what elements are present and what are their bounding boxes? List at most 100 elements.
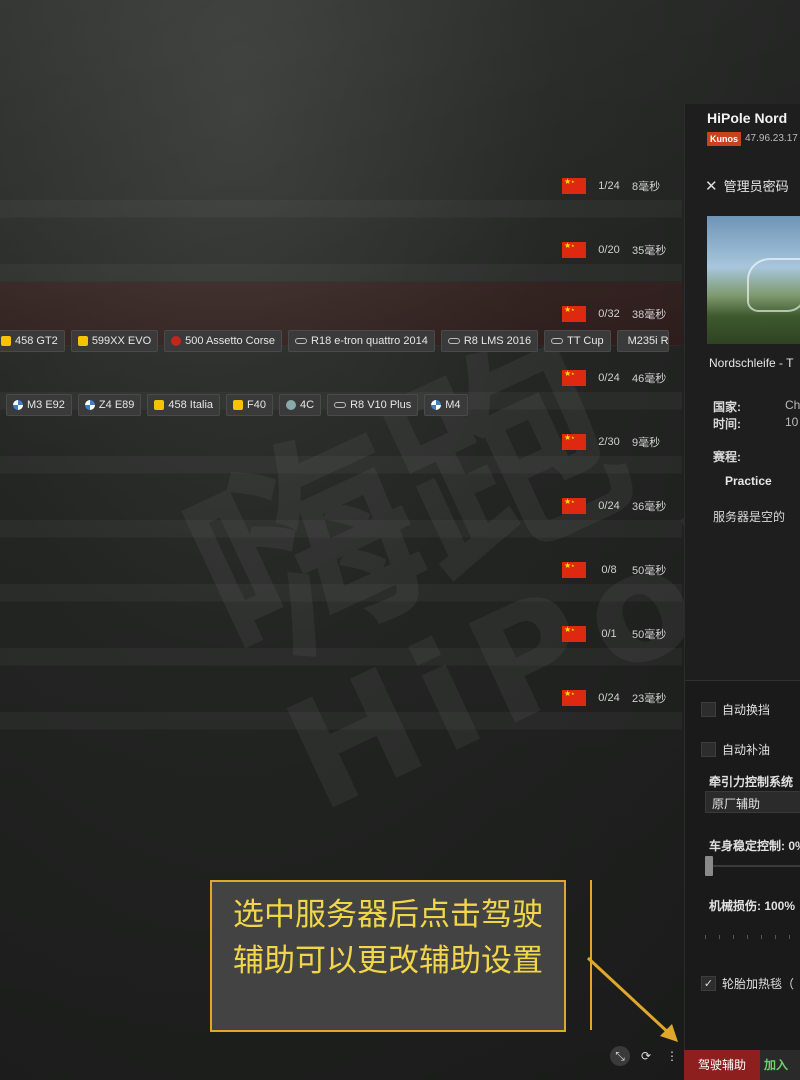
auto-fuel-option[interactable]: 自动补油 xyxy=(701,741,770,758)
audi-icon xyxy=(447,338,460,344)
driving-assists-section: 自动换挡 自动补油 牵引力控制系统 原厂辅助 车身稳定控制: 0% 机械损伤: … xyxy=(685,680,800,1080)
server-row-info: 0/24 23毫秒 xyxy=(562,689,670,706)
server-row[interactable]: 1/24 8毫秒 xyxy=(0,154,682,218)
stability-slider-thumb[interactable] xyxy=(705,856,713,876)
stability-control-label: 车身稳定控制: 0% xyxy=(709,839,800,853)
server-row[interactable]: 0/24 23毫秒 xyxy=(0,666,682,730)
ping: 50毫秒 xyxy=(632,629,667,641)
kunos-badge: Kunos xyxy=(707,132,741,146)
server-row-info: 0/24 46毫秒 xyxy=(562,369,670,386)
join-button[interactable]: 加入 xyxy=(760,1050,800,1080)
server-row[interactable]: 0/1 50毫秒 xyxy=(0,602,682,666)
server-row-info: 0/20 35毫秒 xyxy=(562,241,670,258)
server-row[interactable]: 0/24 36毫秒 xyxy=(0,474,682,538)
ferrari-icon xyxy=(1,336,11,346)
audi-icon xyxy=(334,402,347,408)
server-row-info: 0/24 36毫秒 xyxy=(562,497,670,514)
player-slots: 0/32 xyxy=(598,308,620,320)
wrench-icon: ✕ xyxy=(705,177,718,195)
track-preview-image xyxy=(707,216,800,344)
ferrari-icon xyxy=(77,336,88,346)
china-flag-icon xyxy=(562,561,586,578)
china-flag-icon xyxy=(562,305,586,322)
collapse-icon[interactable]: ⤡ xyxy=(610,1046,630,1066)
tyre-blankets-option[interactable]: ✓ 轮胎加热毯（ xyxy=(701,975,794,992)
session-item: Practice xyxy=(725,474,772,488)
bmw-icon xyxy=(13,400,23,410)
ferrari-icon xyxy=(233,400,244,410)
server-list: 1/24 8毫秒 0/20 35毫秒 0/32 38毫秒 458 GT2 599… xyxy=(0,154,682,730)
country-value: Ch xyxy=(785,398,800,412)
china-flag-icon xyxy=(562,241,586,258)
list-toolbar: ⤡ ⟳ ⋮ xyxy=(610,1046,682,1066)
server-empty-text: 服务器是空的 xyxy=(713,510,786,524)
ping: 8毫秒 xyxy=(632,181,661,193)
server-row[interactable]: 0/24 46毫秒 M3 E92 Z4 E89 458 Italia F40 4… xyxy=(0,346,682,416)
server-ip: 47.96.23.17 xyxy=(745,133,798,144)
player-slots: 0/24 xyxy=(598,692,620,704)
auto-fuel-label: 自动补油 xyxy=(722,743,771,757)
time-value: 10 xyxy=(785,415,799,429)
admin-password-label: 管理员密码 xyxy=(723,179,789,194)
ping: 38毫秒 xyxy=(632,309,667,321)
server-row[interactable]: 0/8 50毫秒 xyxy=(0,538,682,602)
session-label: 赛程: xyxy=(713,450,741,464)
ping: 9毫秒 xyxy=(632,437,661,449)
traction-control-select[interactable]: 原厂辅助 xyxy=(705,791,800,813)
china-flag-icon xyxy=(562,497,586,514)
tyre-blankets-checkbox[interactable]: ✓ xyxy=(701,976,716,991)
track-name: Nordschleife - T xyxy=(709,356,794,370)
server-row[interactable]: 2/30 9毫秒 xyxy=(0,410,682,474)
auto-shift-label: 自动换挡 xyxy=(722,703,771,717)
player-slots: 0/8 xyxy=(601,564,617,576)
player-slots: 0/1 xyxy=(601,628,617,640)
bmw-icon xyxy=(84,400,95,410)
server-details-panel: HiPole Nord Kunos 47.96.23.17 ✕ 管理员密码 No… xyxy=(684,104,800,1080)
ferrari-icon xyxy=(154,400,165,410)
alfa-romeo-icon xyxy=(286,400,297,410)
country-label: 国家: xyxy=(713,400,741,414)
server-row-info: 2/30 9毫秒 xyxy=(562,433,670,450)
china-flag-icon xyxy=(562,689,586,706)
driving-assists-button[interactable]: 驾驶辅助 xyxy=(684,1050,760,1080)
china-flag-icon xyxy=(562,433,586,450)
annotation-callout: 选中服务器后点击驾驶辅助可以更改辅助设置 xyxy=(210,880,566,1032)
ping: 35毫秒 xyxy=(632,245,667,257)
player-slots: 0/20 xyxy=(598,244,620,256)
refresh-icon[interactable]: ⟳ xyxy=(636,1046,656,1066)
server-row[interactable]: 0/20 35毫秒 xyxy=(0,218,682,282)
player-slots: 2/30 xyxy=(598,436,620,448)
player-slots: 1/24 xyxy=(598,180,620,192)
ping: 23毫秒 xyxy=(632,693,667,705)
china-flag-icon xyxy=(562,369,586,386)
player-slots: 0/24 xyxy=(598,500,620,512)
abarth-icon xyxy=(171,336,182,346)
mechanical-damage-label: 机械损伤: 100% xyxy=(709,899,796,913)
audi-icon xyxy=(295,338,308,344)
ping: 50毫秒 xyxy=(632,565,667,577)
admin-password-toggle[interactable]: ✕ 管理员密码 xyxy=(705,176,789,195)
ping: 36毫秒 xyxy=(632,501,667,513)
tyre-blankets-label: 轮胎加热毯（ xyxy=(722,977,795,991)
server-row-selected[interactable]: 0/32 38毫秒 458 GT2 599XX EVO 500 Assetto … xyxy=(0,282,682,352)
traction-control-label: 牵引力控制系统 xyxy=(709,775,794,789)
server-title: HiPole Nord xyxy=(707,110,788,126)
mechanical-damage-slider[interactable] xyxy=(705,935,800,939)
auto-shift-option[interactable]: 自动换挡 xyxy=(701,701,770,718)
annotation-arrow-icon xyxy=(586,956,678,1042)
time-label: 时间: xyxy=(713,417,741,431)
china-flag-icon xyxy=(562,625,586,642)
server-row-info: 0/8 50毫秒 xyxy=(562,561,670,578)
player-slots: 0/24 xyxy=(598,372,620,384)
stability-control-slider[interactable] xyxy=(705,856,800,876)
bmw-icon xyxy=(431,400,442,410)
more-options-icon[interactable]: ⋮ xyxy=(662,1046,682,1066)
server-row-info: 1/24 8毫秒 xyxy=(562,177,670,194)
server-row-info: 0/1 50毫秒 xyxy=(562,625,670,642)
china-flag-icon xyxy=(562,177,586,194)
server-row-info: 0/32 38毫秒 xyxy=(562,305,670,322)
ping: 46毫秒 xyxy=(632,373,667,385)
auto-fuel-checkbox[interactable] xyxy=(701,742,716,757)
auto-shift-checkbox[interactable] xyxy=(701,702,716,717)
audi-icon xyxy=(551,338,564,344)
